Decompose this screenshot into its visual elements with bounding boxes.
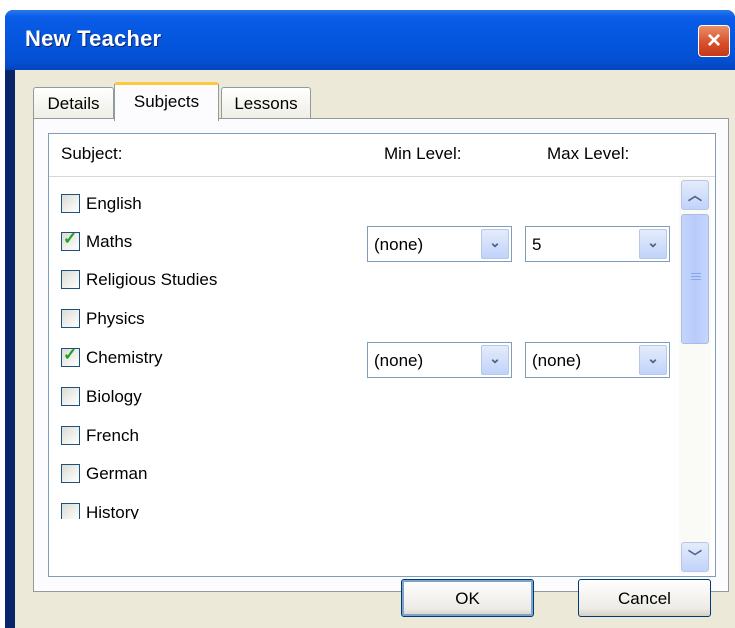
window-title: New Teacher (25, 26, 162, 51)
subject-checkbox[interactable] (61, 387, 80, 406)
header-divider (49, 176, 715, 177)
subjects-tab-panel: Subject: Min Level: Max Level: English ✓… (33, 118, 729, 592)
chevron-up-icon: ︿ (688, 187, 702, 203)
check-icon: ✓ (63, 345, 78, 364)
ok-button[interactable]: OK (401, 579, 534, 617)
min-level-value: (none) (374, 351, 424, 370)
subject-checkbox[interactable] (61, 194, 80, 213)
dropdown-button[interactable]: ⌄ (481, 229, 509, 259)
dialog-body: Details Subjects Lessons Subject: Min Le… (15, 70, 735, 628)
subject-row-physics: Physics (49, 301, 669, 339)
scrollbar-thumb[interactable] (681, 214, 709, 344)
min-level-select[interactable]: (none) ⌄ (367, 342, 512, 378)
subject-label: Physics (86, 309, 145, 328)
scroll-up-button[interactable]: ︿ (681, 180, 709, 210)
chevron-down-icon: ⌄ (489, 350, 501, 366)
dropdown-button[interactable]: ⌄ (481, 345, 509, 375)
subject-label: Chemistry (86, 348, 163, 367)
subject-row-history: History (49, 495, 669, 519)
subject-label: English (86, 194, 142, 213)
subject-checkbox[interactable] (61, 426, 80, 445)
check-icon: ✓ (63, 229, 78, 248)
column-header-min-level: Min Level: (384, 144, 462, 163)
list-header: Subject: Min Level: Max Level: (49, 134, 715, 172)
subject-row-maths: ✓ Maths (none) ⌄ 5 ⌄ (49, 224, 670, 262)
min-level-select[interactable]: (none) ⌄ (367, 226, 512, 262)
subject-checkbox[interactable] (61, 503, 80, 519)
dropdown-button[interactable]: ⌄ (639, 345, 667, 375)
close-icon: × (706, 27, 721, 54)
subject-checkbox[interactable] (61, 270, 80, 289)
column-header-subject: Subject: (61, 144, 123, 163)
cancel-button-label: Cancel (618, 589, 671, 608)
dropdown-button[interactable]: ⌄ (639, 229, 667, 259)
tab-subjects[interactable]: Subjects (114, 82, 219, 121)
max-level-select[interactable]: (none) ⌄ (525, 342, 670, 378)
chevron-down-icon: ﹀ (688, 549, 702, 565)
subject-checkbox[interactable] (61, 464, 80, 483)
subject-row-religious-studies: Religious Studies (49, 262, 669, 300)
max-level-value: (none) (532, 351, 582, 370)
grip-icon (691, 273, 701, 282)
ok-button-label: OK (455, 589, 480, 608)
subject-label: Biology (86, 387, 142, 406)
subject-row-german: German (49, 456, 669, 494)
chevron-down-icon: ⌄ (489, 234, 501, 250)
vertical-scrollbar[interactable]: ︿ ﹀ (679, 178, 711, 574)
chevron-down-icon: ⌄ (647, 234, 659, 250)
title-bar[interactable]: New Teacher × (5, 10, 735, 70)
tab-label: Details (47, 94, 100, 113)
subject-label: Religious Studies (86, 270, 218, 289)
subject-row-biology: Biology (49, 379, 669, 417)
column-header-max-level: Max Level: (547, 144, 630, 163)
tab-lessons[interactable]: Lessons (221, 87, 311, 119)
subject-label: German (86, 464, 148, 483)
chevron-down-icon: ⌄ (647, 350, 659, 366)
cancel-button[interactable]: Cancel (578, 579, 711, 617)
subject-row-chemistry: ✓ Chemistry (none) ⌄ (none) ⌄ (49, 340, 670, 378)
max-level-value: 5 (532, 235, 542, 254)
subject-checkbox[interactable]: ✓ (61, 229, 80, 251)
dialog-window: New Teacher × Details Subjects Lessons S… (5, 10, 735, 628)
min-level-value: (none) (374, 235, 424, 254)
scroll-down-button[interactable]: ﹀ (681, 542, 709, 572)
max-level-select[interactable]: 5 ⌄ (525, 226, 670, 262)
subject-label: French (86, 426, 139, 445)
subject-checkbox[interactable]: ✓ (61, 345, 80, 367)
subject-label: History (86, 503, 139, 519)
tab-label: Lessons (234, 94, 298, 113)
close-button[interactable]: × (698, 25, 730, 57)
subjects-list: Subject: Min Level: Max Level: English ✓… (48, 133, 716, 577)
subject-row-french: French (49, 418, 669, 456)
subject-checkbox[interactable] (61, 309, 80, 328)
tab-label: Subjects (133, 92, 200, 111)
tab-details[interactable]: Details (33, 87, 114, 119)
subject-label: Maths (86, 232, 133, 251)
subject-row-english: English (49, 186, 669, 224)
